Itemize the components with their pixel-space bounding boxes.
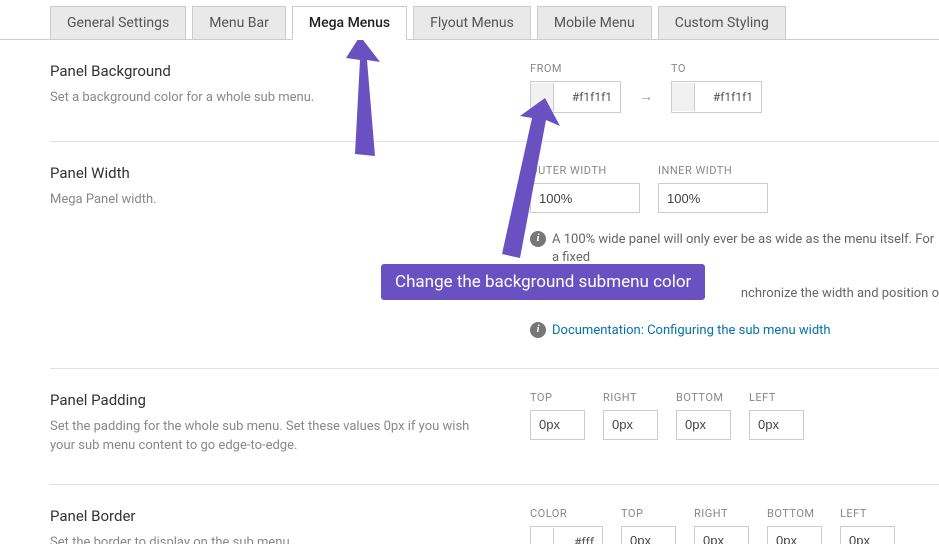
- padding-top-label: TOP: [530, 391, 585, 404]
- tab-menubar[interactable]: Menu Bar: [192, 6, 286, 40]
- to-color-input[interactable]: #f1f1f1: [671, 81, 762, 113]
- inner-width-label: INNER WIDTH: [658, 164, 768, 177]
- padding-left-label: LEFT: [749, 391, 804, 404]
- inner-width-input[interactable]: [658, 183, 768, 213]
- annotation-callout: Change the background submenu color: [381, 264, 705, 300]
- border-right-input[interactable]: [694, 526, 749, 544]
- outer-width-input[interactable]: [530, 183, 640, 213]
- info-icon: i: [530, 231, 546, 247]
- section-panel-border: Panel Border Set the border to display o…: [50, 485, 939, 544]
- tab-custom-styling[interactable]: Custom Styling: [658, 6, 786, 40]
- border-top-label: TOP: [621, 507, 676, 520]
- padding-left-input[interactable]: [749, 410, 804, 440]
- to-label: TO: [671, 62, 762, 75]
- panel-border-desc: Set the border to display on the sub men…: [50, 533, 490, 544]
- border-right-label: RIGHT: [694, 507, 749, 520]
- panel-background-title: Panel Background: [50, 62, 530, 80]
- panel-width-note1: i A 100% wide panel will only ever be as…: [530, 231, 939, 267]
- gradient-arrow-icon: →: [639, 88, 653, 105]
- tab-mobile[interactable]: Mobile Menu: [537, 6, 652, 40]
- info-icon: i: [530, 322, 546, 338]
- padding-right-input[interactable]: [603, 410, 658, 440]
- panel-width-title: Panel Width: [50, 164, 530, 182]
- panel-width-doc-link[interactable]: Documentation: Configuring the sub menu …: [552, 322, 831, 340]
- panel-padding-title: Panel Padding: [50, 391, 530, 409]
- tab-mega-menus[interactable]: Mega Menus: [292, 6, 407, 40]
- from-color-input[interactable]: #f1f1f1: [530, 81, 621, 113]
- section-panel-background: Panel Background Set a background color …: [50, 40, 939, 142]
- border-bottom-input[interactable]: [767, 526, 822, 544]
- padding-right-label: RIGHT: [603, 391, 658, 404]
- border-bottom-label: BOTTOM: [767, 507, 822, 520]
- panel-width-desc: Mega Panel width.: [50, 190, 490, 210]
- outer-width-label: OUTER WIDTH: [530, 164, 640, 177]
- panel-border-title: Panel Border: [50, 507, 530, 525]
- panel-width-doc: i Documentation: Configuring the sub men…: [530, 322, 939, 340]
- padding-bottom-label: BOTTOM: [676, 391, 731, 404]
- panel-background-desc: Set a background color for a whole sub m…: [50, 88, 490, 108]
- section-panel-padding: Panel Padding Set the padding for the wh…: [50, 369, 939, 485]
- padding-top-input[interactable]: [530, 410, 585, 440]
- panel-padding-desc: Set the padding for the whole sub menu. …: [50, 417, 490, 456]
- settings-tabs: General Settings Menu Bar Mega Menus Fly…: [0, 0, 939, 40]
- tab-general[interactable]: General Settings: [50, 6, 186, 40]
- border-top-input[interactable]: [621, 526, 676, 544]
- to-swatch: [672, 83, 695, 111]
- border-left-label: LEFT: [840, 507, 895, 520]
- section-panel-width: Panel Width Mega Panel width. OUTER WIDT…: [50, 142, 939, 369]
- border-color-label: COLOR: [530, 507, 603, 520]
- border-left-input[interactable]: [840, 526, 895, 544]
- panel-width-note1-text: A 100% wide panel will only ever be as w…: [552, 231, 939, 267]
- from-hex: #f1f1f1: [554, 90, 620, 104]
- tab-flyout[interactable]: Flyout Menus: [413, 6, 531, 40]
- from-label: FROM: [530, 62, 621, 75]
- panel-width-note2-text: nchronize the width and position o: [741, 285, 939, 303]
- border-swatch: [531, 528, 554, 544]
- border-hex: #fff: [554, 535, 602, 544]
- to-hex: #f1f1f1: [695, 90, 761, 104]
- padding-bottom-input[interactable]: [676, 410, 731, 440]
- border-color-input[interactable]: #fff: [530, 526, 603, 544]
- from-swatch: [531, 83, 554, 111]
